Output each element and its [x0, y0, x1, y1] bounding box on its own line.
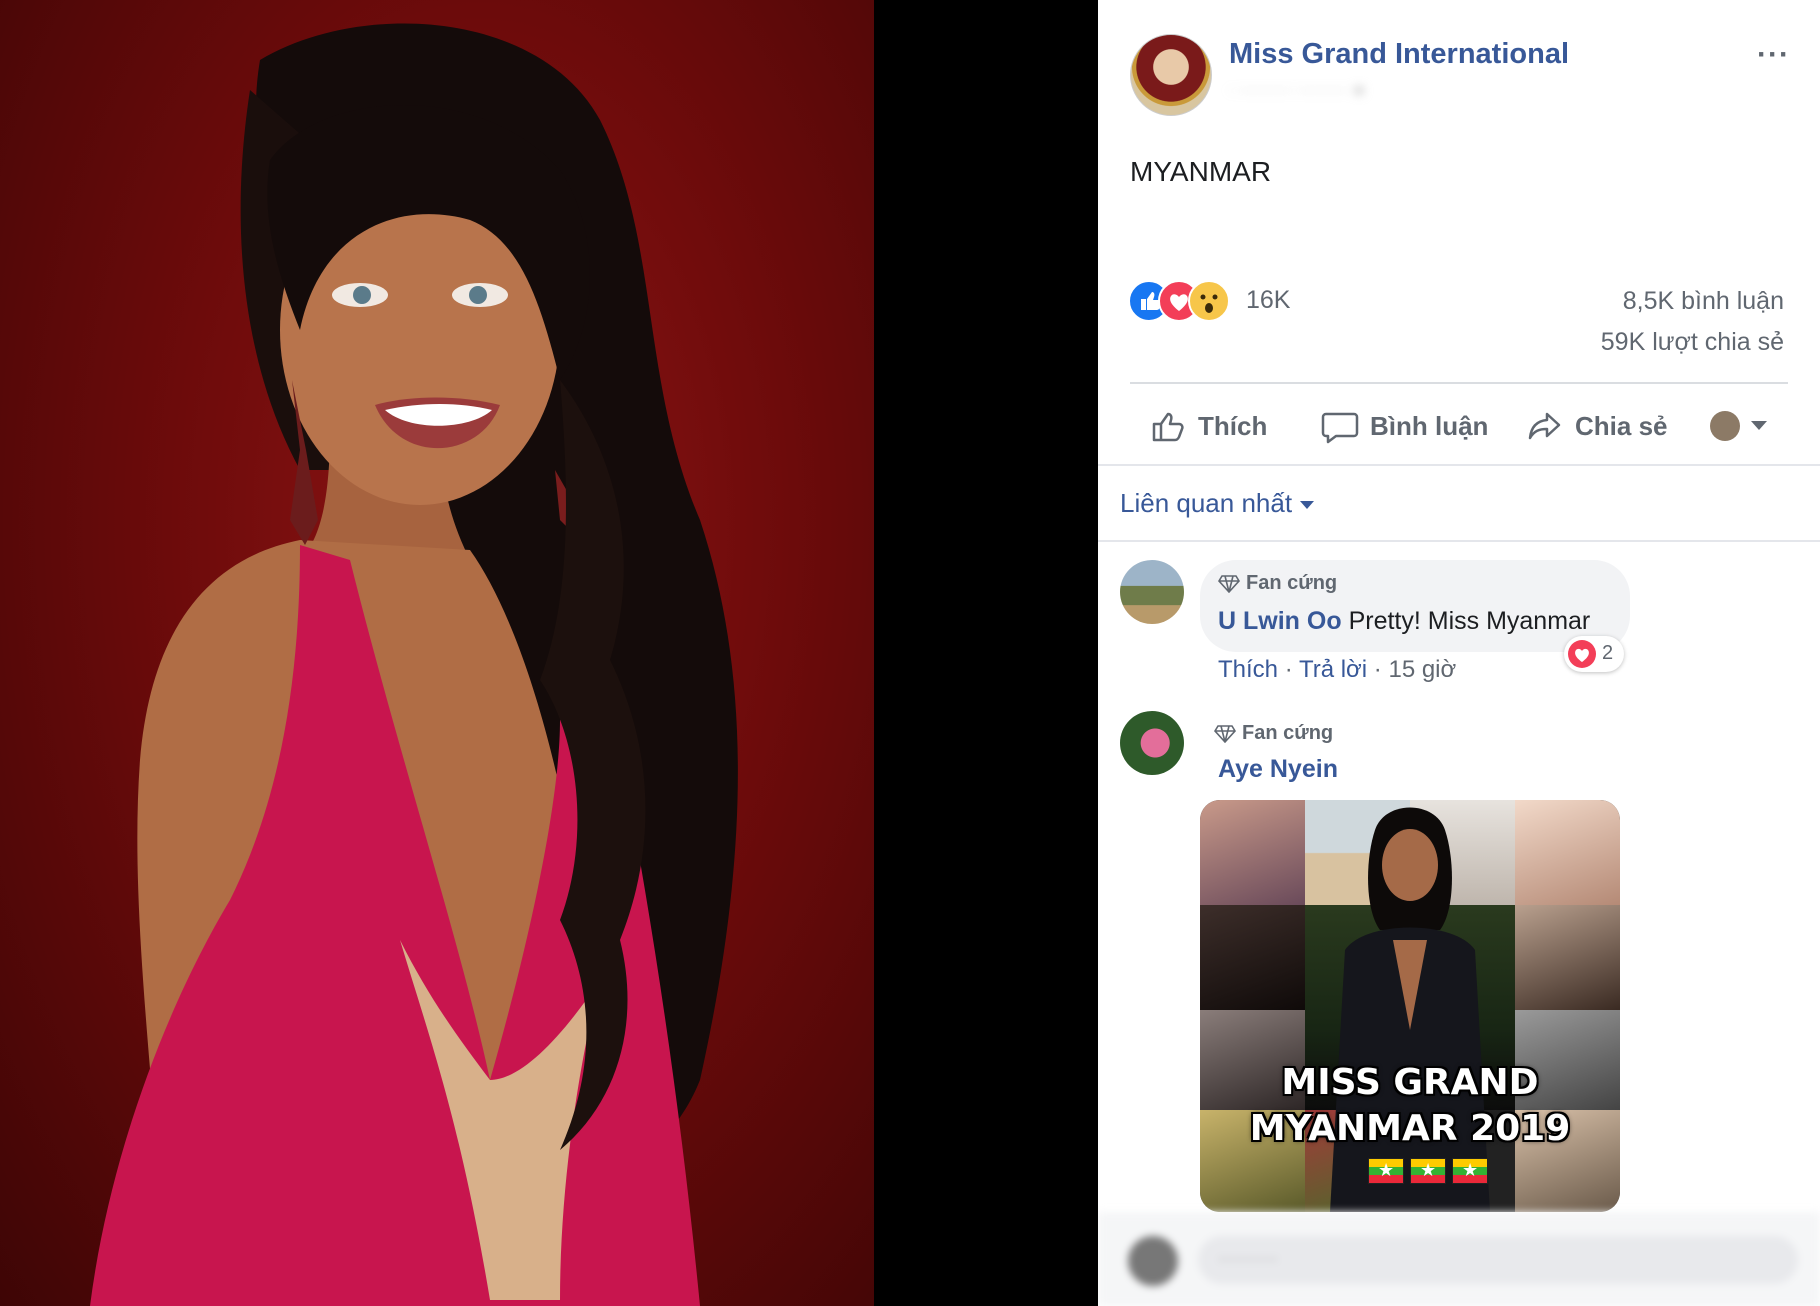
comment-image-collage[interactable]: MISS GRAND MYANMAR 2019 ★ ★ ★ [1200, 800, 1620, 1212]
commenter-avatar[interactable] [1120, 560, 1184, 624]
post-meta-blurred: · ·········· ·········· ● [1229, 82, 1364, 99]
comments-count-link[interactable]: 8,5K bình luận [1623, 287, 1784, 316]
divider [1098, 464, 1820, 466]
reaction-count: 16K [1246, 286, 1291, 314]
collage-caption-line2: MYANMAR 2019 [1249, 1108, 1571, 1149]
share-button-label: Chia sẻ [1575, 410, 1668, 441]
comment-reaction-count: 2 [1602, 642, 1614, 664]
commenter-avatar[interactable] [1120, 711, 1184, 775]
comment-body: U Lwin Oo Pretty! Miss Myanmar [1218, 607, 1590, 636]
portrait-photo [0, 0, 874, 1306]
top-fan-label: Fan cứng [1246, 572, 1338, 594]
composer-avatar [1128, 1236, 1178, 1286]
diamond-icon [1218, 574, 1240, 593]
comment-button-label: Bình luận [1370, 410, 1489, 441]
like-button-label: Thích [1198, 410, 1268, 441]
separator: · [1284, 656, 1293, 683]
post-text: MYANMAR [1130, 156, 1272, 187]
comment-bubble-icon [1321, 412, 1359, 444]
myanmar-flag-icon: ★ [1410, 1158, 1446, 1184]
collage-tile [1200, 800, 1305, 905]
love-reaction-icon [1568, 640, 1596, 668]
myanmar-flag-icon: ★ [1452, 1158, 1488, 1184]
thumbs-up-icon [1152, 412, 1184, 442]
more-options-icon[interactable]: ··· [1757, 38, 1790, 72]
post-action-bar: Thích Bình luận Chia sẻ [1098, 398, 1820, 458]
comment-bubble: Fan cứng U Lwin Oo Pretty! Miss Myanmar [1200, 560, 1630, 652]
comment-reaction-pill[interactable]: 2 [1564, 636, 1624, 672]
shares-count-link[interactable]: 59K lượt chia sẻ [1601, 328, 1784, 357]
comment-actions: Thích · Trả lời · 15 giờ [1218, 656, 1456, 684]
comment-composer-blurred: ········· [1098, 1212, 1820, 1306]
comment-reply-link[interactable]: Trả lời [1299, 656, 1367, 683]
viewer-avatar [1710, 411, 1740, 441]
divider [1130, 382, 1788, 384]
top-fan-label: Fan cứng [1242, 722, 1334, 744]
comment-author-link[interactable]: U Lwin Oo [1218, 607, 1342, 635]
top-fan-badge: Fan cứng [1218, 572, 1337, 595]
collage-center-figure [1330, 807, 1490, 1212]
comment-button[interactable]: Bình luận [1320, 404, 1488, 448]
myanmar-flags: ★ ★ ★ [1368, 1158, 1488, 1184]
comment-input-blurred: ········· [1198, 1236, 1798, 1284]
comment-text: Pretty! Miss Myanmar [1348, 607, 1591, 635]
black-divider [874, 0, 1098, 1306]
collage-tile [1200, 905, 1305, 1010]
separator: · [1373, 656, 1382, 683]
comment-author-link[interactable]: Aye Nyein [1218, 755, 1338, 784]
comment-timestamp[interactable]: 15 giờ [1388, 656, 1456, 683]
page-name-link[interactable]: Miss Grand International [1229, 38, 1569, 71]
chevron-down-icon [1751, 421, 1767, 430]
collage-tile [1515, 905, 1620, 1010]
facebook-post: Miss Grand International · ·········· ··… [1098, 0, 1820, 1306]
portrait-illustration [90, 23, 738, 1306]
share-arrow-icon [1528, 412, 1561, 440]
divider [1098, 540, 1820, 542]
collage-caption-line1: MISS GRAND [1281, 1062, 1539, 1103]
comment-sort-label: Liên quan nhất [1120, 488, 1293, 518]
diamond-icon [1214, 724, 1236, 743]
caret-down-icon [1300, 501, 1315, 510]
like-button[interactable]: Thích [1148, 404, 1267, 448]
page-avatar[interactable] [1130, 34, 1212, 116]
comment-input-placeholder-blurred: ········· [1218, 1248, 1278, 1270]
myanmar-flag-icon: ★ [1368, 1158, 1404, 1184]
wow-reaction-icon [1188, 280, 1230, 322]
top-fan-badge: Fan cứng [1214, 722, 1333, 745]
comment-sort-dropdown[interactable]: Liên quan nhất [1120, 488, 1315, 519]
share-button[interactable]: Chia sẻ [1525, 404, 1668, 448]
post-as-selector[interactable] [1710, 404, 1778, 448]
comment-like-link[interactable]: Thích [1218, 656, 1278, 683]
collage-tile [1515, 800, 1620, 905]
